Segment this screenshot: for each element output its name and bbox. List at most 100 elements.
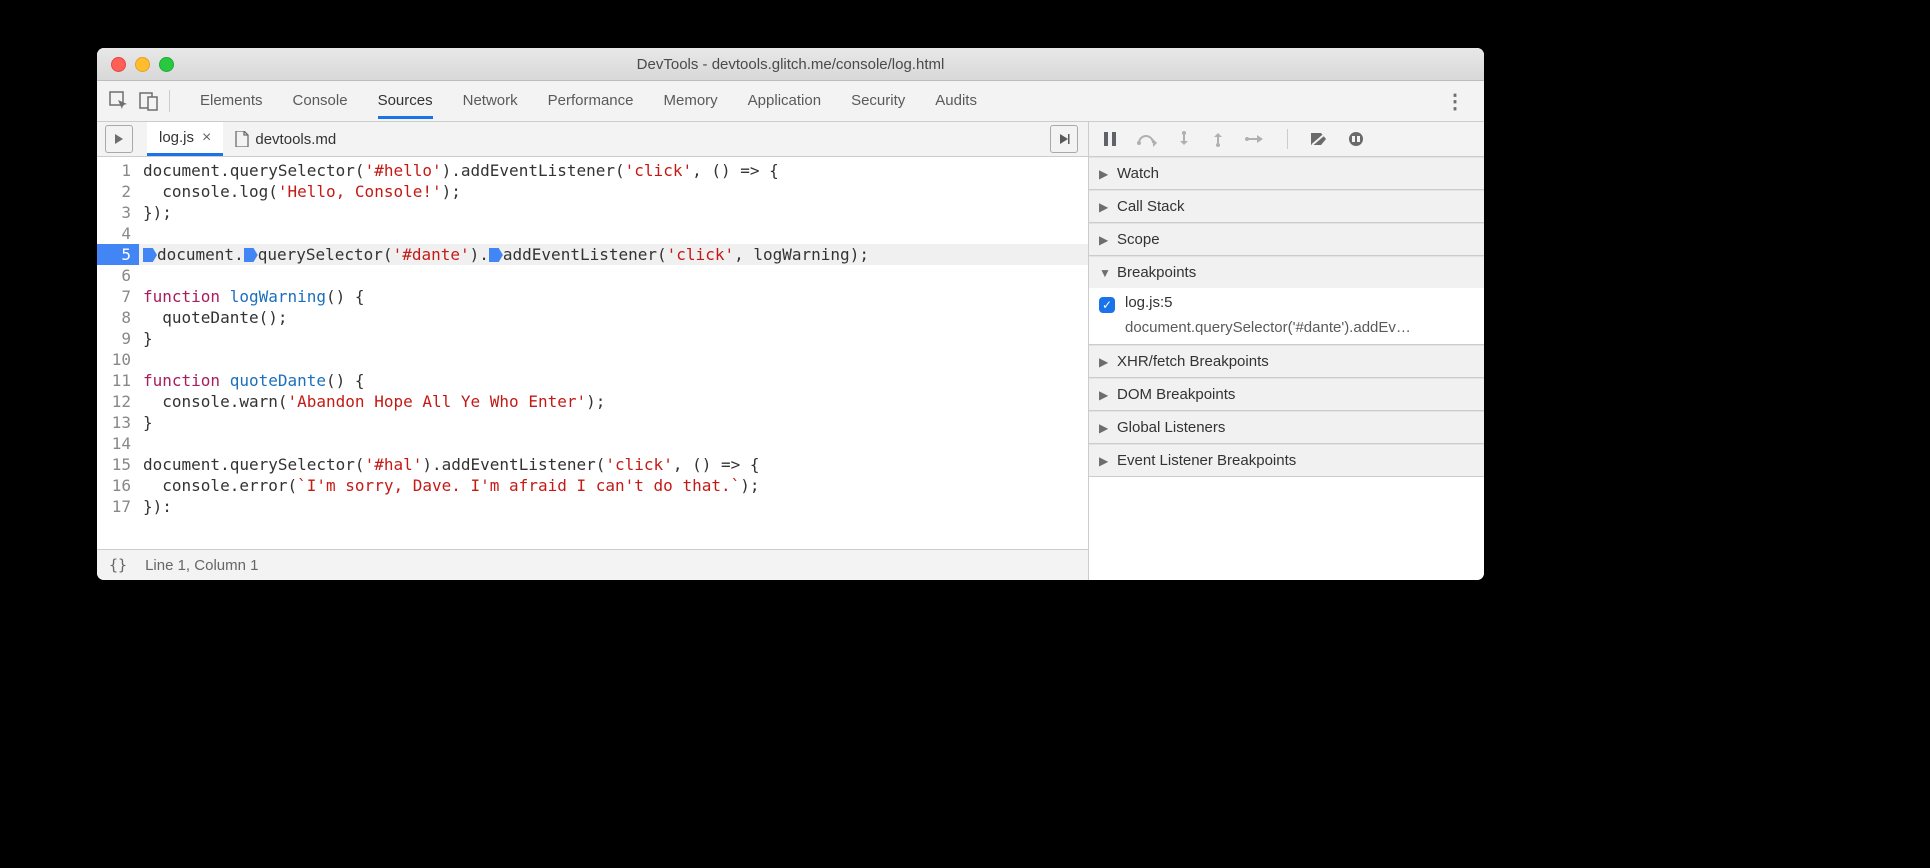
line-number[interactable]: 6 [97,265,139,286]
code-line[interactable]: }): [139,496,1088,517]
file-tab-devtools-md[interactable]: devtools.md [223,122,348,156]
section-title: Breakpoints [1117,264,1196,281]
tab-application[interactable]: Application [748,84,821,119]
line-number[interactable]: 2 [97,181,139,202]
line-number[interactable]: 13 [97,412,139,433]
inspect-element-icon[interactable] [109,91,129,111]
tab-performance[interactable]: Performance [548,84,634,119]
section-watch[interactable]: ▶Watch [1089,157,1484,189]
code-area[interactable]: document.querySelector('#hello').addEven… [139,157,1088,549]
titlebar: DevTools - devtools.glitch.me/console/lo… [97,48,1484,81]
line-number[interactable]: 3 [97,202,139,223]
step-into-icon[interactable] [1177,131,1191,147]
line-number[interactable]: 5 [97,244,139,265]
section-xhr-fetch-breakpoints[interactable]: ▶XHR/fetch Breakpoints [1089,345,1484,377]
line-gutter[interactable]: 1234567891011121314151617 [97,157,139,549]
code-line[interactable]: } [139,412,1088,433]
section-dom-breakpoints[interactable]: ▶ DOM Breakpoints [1089,378,1484,410]
section-call-stack[interactable]: ▶ Call Stack [1089,190,1484,222]
disclosure-triangle-icon: ▶ [1099,454,1109,468]
disclosure-triangle-icon: ▶ [1099,167,1109,181]
line-number[interactable]: 11 [97,370,139,391]
separator [169,90,170,112]
section-breakpoints[interactable]: ▼ Breakpoints [1089,256,1484,288]
code-line[interactable] [139,265,1088,286]
line-number[interactable]: 9 [97,328,139,349]
line-number[interactable]: 14 [97,433,139,454]
devtools-window: DevTools - devtools.glitch.me/console/lo… [97,48,1484,580]
line-number[interactable]: 7 [97,286,139,307]
disclosure-triangle-icon: ▶ [1099,388,1109,402]
line-number[interactable]: 8 [97,307,139,328]
disclosure-triangle-icon: ▶ [1099,355,1109,369]
code-line[interactable]: document.querySelector('#dante').addEven… [139,244,1088,265]
code-line[interactable]: document.querySelector('#hal').addEventL… [139,454,1088,475]
section-title: Call Stack [1117,198,1185,215]
code-line[interactable]: function logWarning() { [139,286,1088,307]
code-line[interactable]: } [139,328,1088,349]
pretty-print-icon[interactable]: {} [109,556,127,574]
code-line[interactable] [139,223,1088,244]
separator [1287,129,1288,149]
device-toggle-icon[interactable] [139,91,159,111]
tab-network[interactable]: Network [463,84,518,119]
sidebar-sections: ▶Watch▶Call Stack▶Scope▼Breakpoints✓log.… [1089,157,1484,477]
code-line[interactable]: console.error(`I'm sorry, Dave. I'm afra… [139,475,1088,496]
disclosure-triangle-icon: ▼ [1099,266,1109,280]
code-line[interactable] [139,433,1088,454]
step-icon[interactable] [1245,131,1265,147]
step-out-icon[interactable] [1211,131,1225,147]
file-tab-log-js[interactable]: log.js × [147,122,223,156]
breakpoint-item[interactable]: ✓log.js:5document.querySelector('#dante'… [1099,294,1474,336]
section-title: Scope [1117,231,1160,248]
tab-security[interactable]: Security [851,84,905,119]
tab-sources[interactable]: Sources [378,84,433,119]
pause-on-exceptions-icon[interactable] [1348,131,1364,147]
code-line[interactable]: function quoteDante() { [139,370,1088,391]
debugger-sidebar: ▶Watch▶Call Stack▶Scope▼Breakpoints✓log.… [1089,122,1484,580]
line-number[interactable]: 17 [97,496,139,517]
code-line[interactable]: document.querySelector('#hello').addEven… [139,160,1088,181]
section-title: Event Listener Breakpoints [1117,452,1296,469]
pause-icon[interactable] [1103,131,1117,147]
code-editor[interactable]: 1234567891011121314151617 document.query… [97,157,1088,549]
debugger-toolbar [1089,122,1484,157]
tab-memory[interactable]: Memory [664,84,718,119]
close-icon[interactable]: × [202,129,211,147]
breakpoint-snippet: document.querySelector('#dante').addEv… [1099,313,1474,336]
file-icon [235,131,249,147]
code-line[interactable] [139,349,1088,370]
show-navigator-button[interactable] [105,125,133,153]
disclosure-triangle-icon: ▶ [1099,421,1109,435]
tab-console[interactable]: Console [293,84,348,119]
more-menu-icon[interactable]: ⋮ [1445,89,1466,114]
code-line[interactable]: }); [139,202,1088,223]
line-number[interactable]: 1 [97,160,139,181]
code-line[interactable]: console.warn('Abandon Hope All Ye Who En… [139,391,1088,412]
code-line[interactable]: console.log('Hello, Console!'); [139,181,1088,202]
section-title: Global Listeners [1117,419,1225,436]
line-number[interactable]: 12 [97,391,139,412]
tab-elements[interactable]: Elements [200,84,263,119]
deactivate-breakpoints-icon[interactable] [1310,131,1328,147]
section-global-listeners[interactable]: ▶ Global Listeners [1089,411,1484,443]
checkbox-icon[interactable]: ✓ [1099,297,1115,313]
file-tab-label: devtools.md [255,131,336,148]
line-number[interactable]: 10 [97,349,139,370]
window-title: DevTools - devtools.glitch.me/console/lo… [97,56,1484,73]
panel-tabs: Elements Console Sources Network Perform… [200,84,1445,119]
code-line[interactable]: quoteDante(); [139,307,1088,328]
step-over-icon[interactable] [1137,131,1157,147]
panel-body: log.js × devtools.md 1234567891011121314… [97,122,1484,580]
line-number[interactable]: 16 [97,475,139,496]
disclosure-triangle-icon: ▶ [1099,200,1109,214]
editor-statusbar: {} Line 1, Column 1 [97,549,1088,580]
tab-audits[interactable]: Audits [935,84,977,119]
section-event-listener-breakpoints[interactable]: ▶ Event Listener Breakpoints [1089,444,1484,476]
cursor-position: Line 1, Column 1 [145,557,258,574]
run-snippet-button[interactable] [1050,125,1078,153]
line-number[interactable]: 4 [97,223,139,244]
line-number[interactable]: 15 [97,454,139,475]
section-scope[interactable]: ▶Scope [1089,223,1484,255]
section-title: DOM Breakpoints [1117,386,1235,403]
